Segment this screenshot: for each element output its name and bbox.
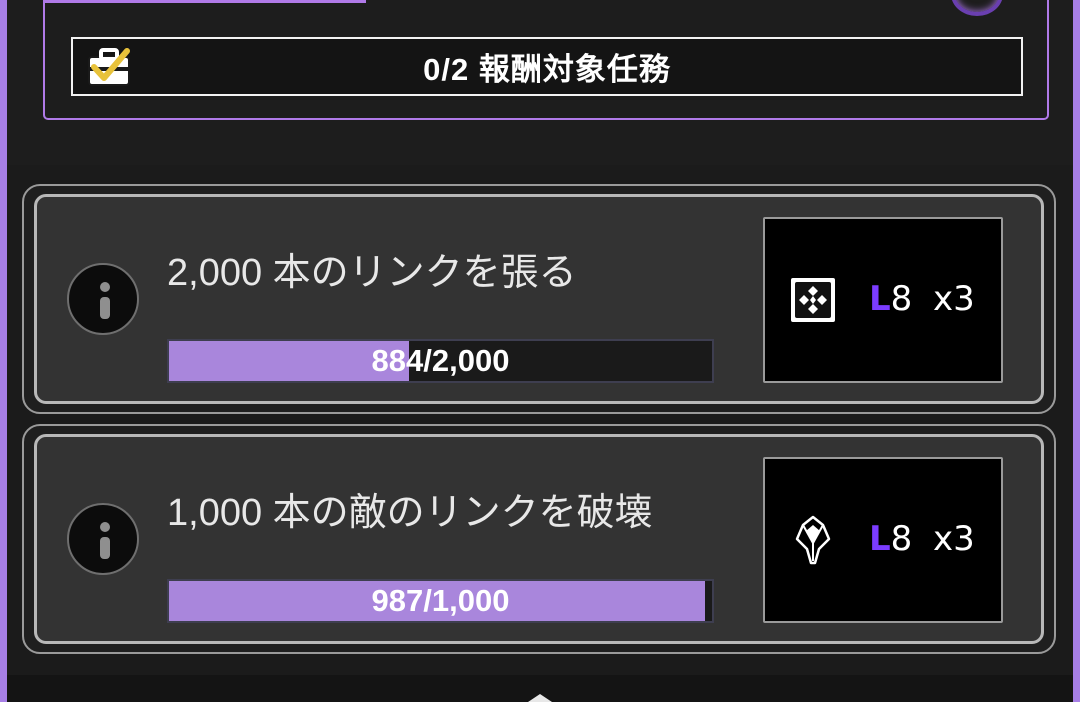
mission-progress-text: 884/2,000 [371,343,510,378]
reward-level-prefix: L [869,279,891,319]
reward-box[interactable]: L8 x3 [763,457,1003,623]
mission-screen: 0/2 報酬対象任務 2,000 本のリンクを張る 884/2,000 L8 x… [0,0,1080,702]
chevron-up-icon[interactable] [528,694,552,702]
header-panel: 0/2 報酬対象任務 [7,0,1073,165]
right-accent-rail [1073,0,1080,702]
info-icon-stem [100,537,110,559]
reward-level-number: 8 [890,279,913,319]
power-cube-icon [791,278,835,322]
reward-task-count: 0/2 報酬対象任務 [423,52,671,87]
reward-level: L8 [869,519,912,559]
reward-box[interactable]: L8 x3 [763,217,1003,383]
info-icon-dot [100,522,110,532]
reward-quantity: x3 [933,279,975,319]
mission-progress-bar: 884/2,000 [167,339,714,383]
mission-card: 2,000 本のリンクを張る 884/2,000 L8 x3 [22,184,1056,414]
reward-level: L8 [869,279,912,319]
reward-quantity: x3 [933,519,975,559]
mission-progress-bar: 987/1,000 [167,579,714,623]
mission-title: 1,000 本の敵のリンクを破壊 [167,492,653,534]
ultra-strike-icon [795,515,831,565]
reward-task-summary: 0/2 報酬対象任務 [71,37,1023,96]
mission-progress-text: 987/1,000 [371,583,510,618]
reward-level-prefix: L [869,519,891,559]
briefcase-check-icon [88,48,130,86]
left-accent-rail [0,0,7,702]
reward-level-number: 8 [890,519,913,559]
mission-title: 2,000 本のリンクを張る [167,252,577,294]
info-icon-dot [100,282,110,292]
info-button[interactable] [67,263,139,335]
info-button[interactable] [67,503,139,575]
mission-card: 1,000 本の敵のリンクを破壊 987/1,000 L8 x3 [22,424,1056,654]
info-icon-stem [100,297,110,319]
mission-card-body: 1,000 本の敵のリンクを破壊 987/1,000 L8 x3 [34,434,1044,644]
mission-card-body: 2,000 本のリンクを張る 884/2,000 L8 x3 [34,194,1044,404]
